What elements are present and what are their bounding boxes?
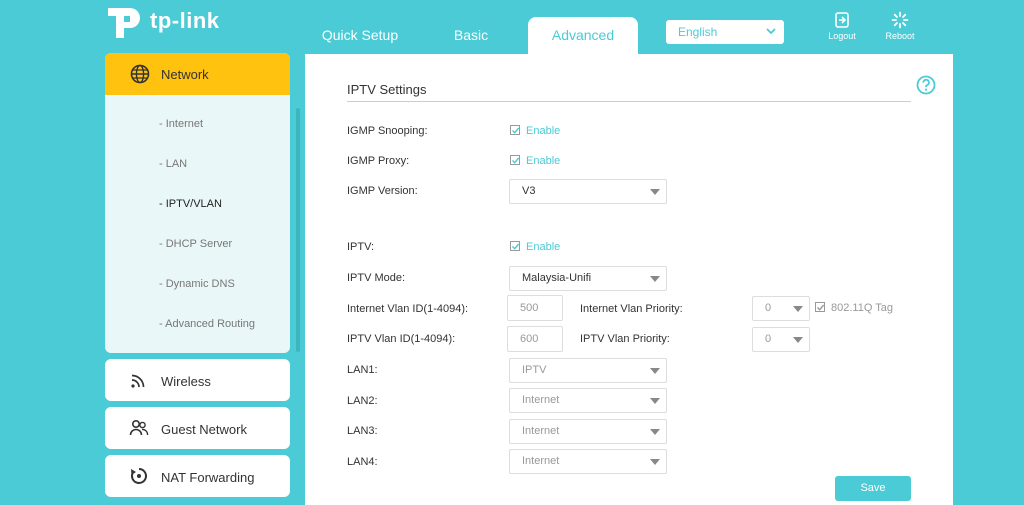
iptv-mode-select[interactable]: Malaysia-Unifi	[509, 266, 667, 291]
lan4-label: LAN4:	[347, 456, 378, 468]
reboot-button[interactable]: Reboot	[880, 11, 920, 41]
internet-vlan-priority-select[interactable]: 0	[752, 296, 810, 321]
internet-vlan-priority-value: 0	[765, 302, 772, 314]
internet-vlan-priority-label: Internet Vlan Priority:	[580, 303, 683, 315]
iptv-vlan-id-label: IPTV Vlan ID(1-4094):	[347, 333, 456, 345]
iptv-vlan-priority-select[interactable]: 0	[752, 327, 810, 352]
dropdown-arrow-icon	[650, 189, 660, 195]
checkbox-checked-icon	[815, 302, 825, 312]
dropdown-arrow-icon	[650, 276, 660, 282]
igmp-version-label: IGMP Version:	[347, 185, 418, 197]
lan3-select[interactable]: Internet	[509, 419, 667, 444]
internet-vlan-id-input[interactable]: 500	[507, 295, 563, 321]
nat-forwarding-icon	[131, 468, 147, 484]
igmp-version-select[interactable]: V3	[509, 179, 667, 204]
language-value: English	[678, 25, 718, 39]
iptv-mode-value: Malaysia-Unifi	[522, 272, 592, 284]
brand-name: tp-link	[150, 8, 220, 33]
tab-quick-setup[interactable]: Quick Setup	[308, 17, 412, 53]
checkbox-checked-icon	[510, 241, 520, 251]
tp-link-logo: tp-link	[104, 2, 224, 42]
lan1-select[interactable]: IPTV	[509, 358, 667, 383]
tab-basic[interactable]: Basic	[430, 17, 512, 53]
sidebar-network-group: Network - Internet - LAN - IPTV/VLAN - D…	[105, 53, 290, 353]
iptv-vlan-id-input[interactable]: 600	[507, 326, 563, 352]
sidebar-item-guest-network-label: Guest Network	[161, 422, 247, 437]
internet-vlan-id-label: Internet Vlan ID(1-4094):	[347, 303, 469, 315]
lan3-value: Internet	[522, 425, 560, 437]
sidebar-sub-iptv-vlan[interactable]: - IPTV/VLAN	[159, 198, 222, 210]
checkbox-checked-icon	[510, 125, 520, 135]
sidebar-sub-dynamic-dns[interactable]: - Dynamic DNS	[159, 278, 235, 290]
igmp-snooping-checkbox[interactable]: Enable	[510, 125, 560, 137]
igmp-snooping-enable-text: Enable	[526, 125, 561, 137]
igmp-proxy-enable-text: Enable	[526, 155, 561, 167]
iptv-mode-label: IPTV Mode:	[347, 272, 406, 284]
sidebar-item-guest-network[interactable]: Guest Network	[105, 407, 290, 449]
sidebar-sub-lan[interactable]: - LAN	[159, 158, 187, 170]
tp-link-logo-icon	[108, 8, 140, 38]
igmp-proxy-label: IGMP Proxy:	[347, 155, 410, 167]
igmp-version-value: V3	[522, 185, 536, 197]
sidebar-sub-internet[interactable]: - Internet	[159, 118, 203, 130]
sidebar-scrollbar[interactable]	[296, 108, 300, 352]
iptv-checkbox[interactable]: Enable	[510, 241, 560, 253]
page-title: IPTV Settings	[347, 82, 427, 97]
lan4-select[interactable]: Internet	[509, 449, 667, 474]
sidebar-item-wireless[interactable]: Wireless	[105, 359, 290, 401]
iptv-vlan-priority-value: 0	[765, 333, 772, 345]
sidebar-item-wireless-label: Wireless	[161, 374, 211, 389]
lan1-value: IPTV	[522, 364, 547, 376]
logout-label: Logout	[828, 31, 856, 41]
sidebar-item-network[interactable]: Network	[105, 53, 290, 95]
lan1-label: LAN1:	[347, 364, 378, 376]
iptv-settings-panel: IPTV Settings IGMP Snooping: Enable IGMP…	[305, 54, 953, 505]
sidebar-item-network-label: Network	[161, 67, 209, 82]
sidebar-item-nat-forwarding[interactable]: NAT Forwarding	[105, 455, 290, 497]
lan2-value: Internet	[522, 394, 560, 406]
help-icon[interactable]	[916, 75, 936, 95]
sidebar-item-nat-forwarding-label: NAT Forwarding	[161, 470, 255, 485]
igmp-snooping-label: IGMP Snooping:	[347, 125, 428, 137]
lan2-label: LAN2:	[347, 395, 378, 407]
dropdown-arrow-icon	[793, 306, 803, 312]
dropdown-arrow-icon	[650, 368, 660, 374]
tag-8021q-label: 802.11Q Tag	[831, 302, 893, 314]
dropdown-arrow-icon	[650, 429, 660, 435]
users-icon	[129, 419, 149, 436]
sidebar-sub-advanced-routing[interactable]: - Advanced Routing	[159, 318, 255, 330]
lan3-label: LAN3:	[347, 425, 378, 437]
dropdown-arrow-icon	[650, 459, 660, 465]
sidebar-sub-dhcp-server[interactable]: - DHCP Server	[159, 238, 232, 250]
igmp-proxy-checkbox[interactable]: Enable	[510, 155, 560, 167]
title-divider	[347, 101, 911, 102]
lan2-select[interactable]: Internet	[509, 388, 667, 413]
globe-icon	[130, 64, 150, 84]
iptv-label: IPTV:	[347, 241, 375, 253]
dropdown-arrow-icon	[793, 337, 803, 343]
iptv-vlan-priority-label: IPTV Vlan Priority:	[580, 333, 670, 345]
tab-advanced[interactable]: Advanced	[528, 17, 638, 54]
iptv-enable-text: Enable	[526, 241, 561, 253]
lan4-value: Internet	[522, 455, 560, 467]
reboot-label: Reboot	[885, 31, 915, 41]
language-select[interactable]: English	[666, 20, 784, 44]
wifi-icon	[131, 374, 145, 388]
chevron-down-icon	[766, 28, 776, 35]
save-button[interactable]: Save	[835, 476, 911, 501]
tag-8021q-checkbox[interactable]: 802.11Q Tag	[815, 302, 893, 314]
logout-icon	[835, 12, 849, 28]
reboot-icon	[891, 11, 909, 29]
checkbox-checked-icon	[510, 155, 520, 165]
logout-button[interactable]: Logout	[822, 11, 862, 41]
dropdown-arrow-icon	[650, 398, 660, 404]
